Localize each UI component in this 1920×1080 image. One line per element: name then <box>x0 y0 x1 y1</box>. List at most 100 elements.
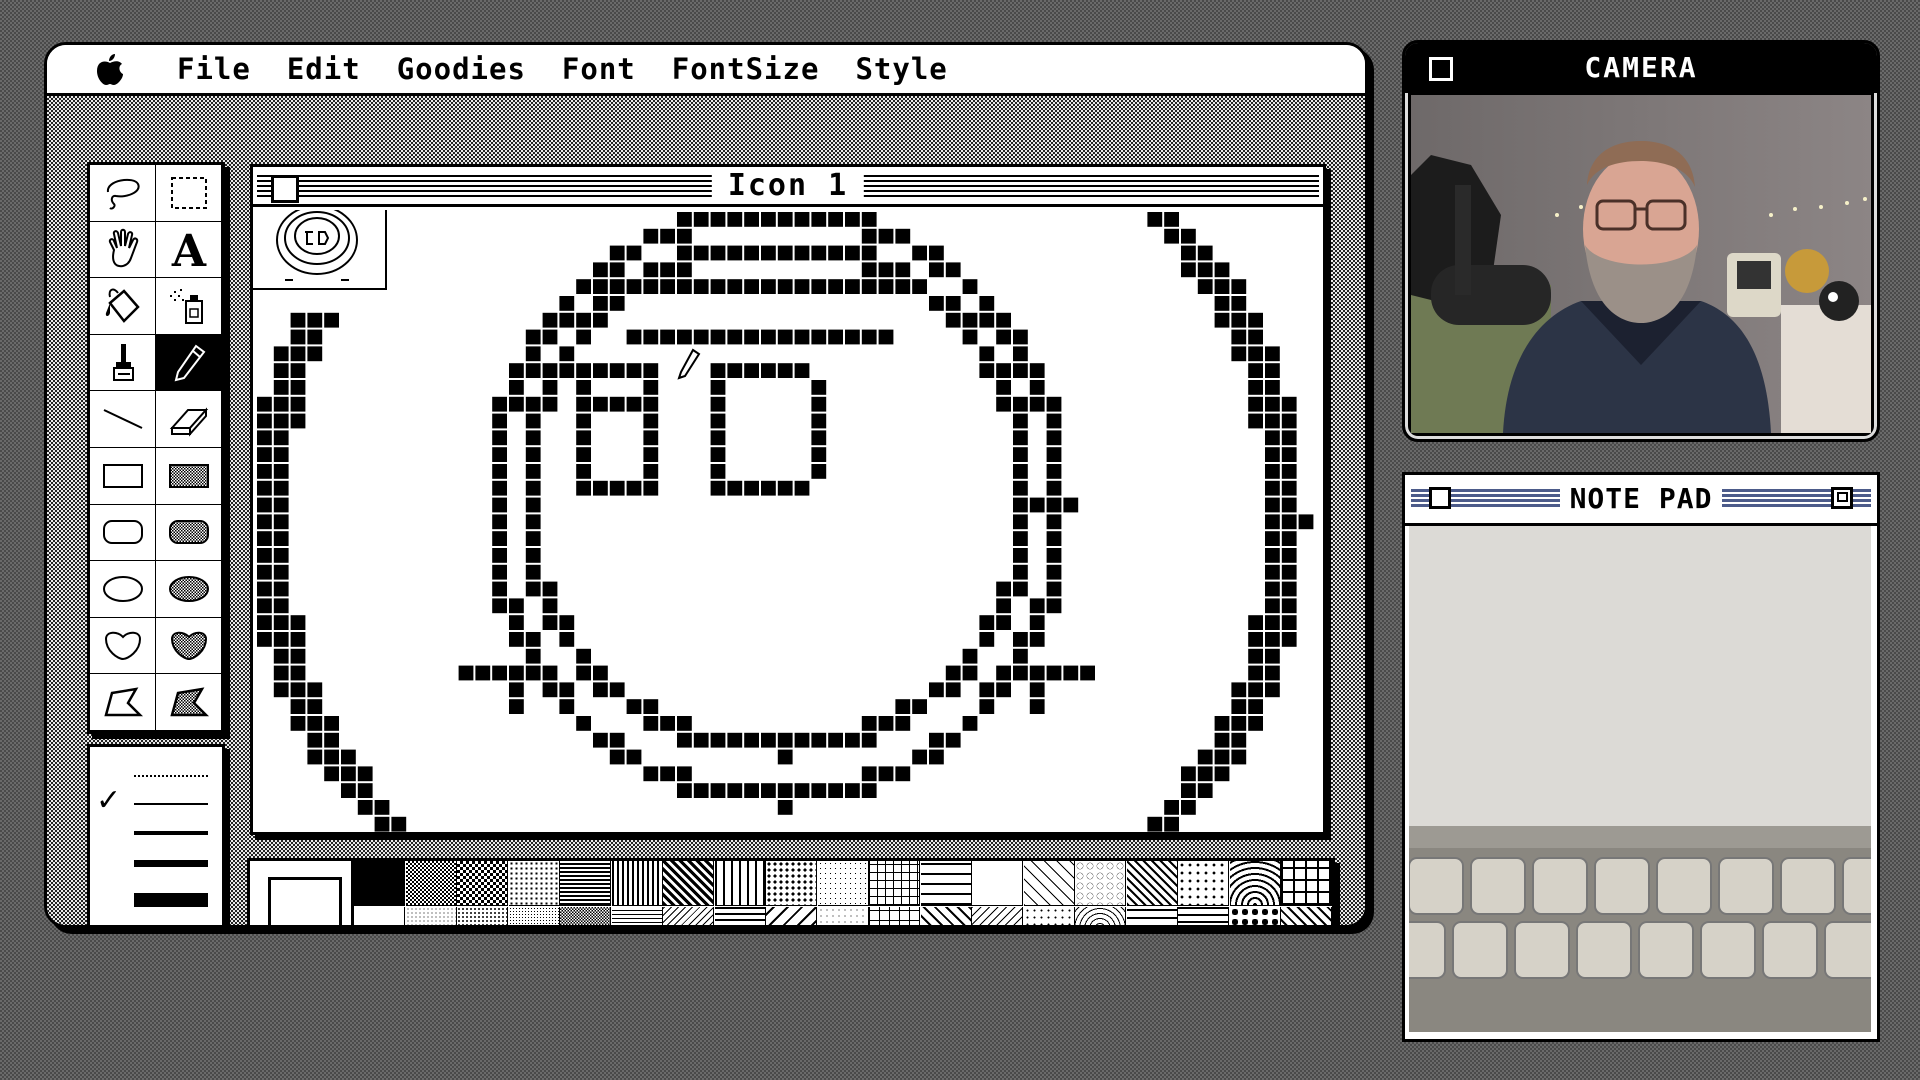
fatbits-pixel[interactable] <box>290 363 306 378</box>
fatbits-pixel[interactable] <box>1265 648 1280 664</box>
fatbits-pixel[interactable] <box>492 497 507 513</box>
fatbits-pixel[interactable] <box>626 245 642 261</box>
fatbits-pixel[interactable] <box>257 514 272 530</box>
fatbits-pixel[interactable] <box>1046 665 1062 681</box>
fatbits-pixel[interactable] <box>643 430 659 446</box>
fatbits-pixel[interactable] <box>1013 329 1028 345</box>
fatbits-pixel[interactable] <box>576 396 591 412</box>
fatbits-pixel[interactable] <box>273 480 289 496</box>
fatbits-pixel[interactable] <box>1265 581 1280 597</box>
fatbits-pixel[interactable] <box>593 682 608 698</box>
fatbits-pixel[interactable] <box>307 716 323 731</box>
pattern-swatch[interactable] <box>972 907 1023 925</box>
fatbits-pixel[interactable] <box>542 598 558 614</box>
fatbits-pixel[interactable] <box>677 783 692 798</box>
fatbits-pixel[interactable] <box>525 346 541 362</box>
spray-can-tool[interactable] <box>156 278 222 335</box>
fatbits-pixel[interactable] <box>1265 464 1280 479</box>
rectangle-tool[interactable] <box>90 447 156 505</box>
fatbits-pixel[interactable] <box>1046 480 1062 496</box>
fatbits-pixel[interactable] <box>492 665 507 681</box>
fatbits-pixel[interactable] <box>1298 514 1314 530</box>
fatbits-pixel[interactable] <box>609 279 625 294</box>
fatbits-pixel[interactable] <box>929 682 944 698</box>
fatbits-pixel[interactable] <box>710 447 726 462</box>
fatbits-pixel[interactable] <box>509 632 524 647</box>
fatbits-pixel[interactable] <box>525 632 541 647</box>
fatbits-pixel[interactable] <box>374 816 390 832</box>
fatbits-pixel[interactable] <box>811 464 827 479</box>
fatbits-pixel[interactable] <box>525 564 541 580</box>
fatbits-pixel[interactable] <box>677 228 692 244</box>
fatbits-pixel[interactable] <box>1029 632 1045 647</box>
fatbits-pixel[interactable] <box>525 363 541 378</box>
fatbits-pixel[interactable] <box>1046 581 1062 597</box>
fatbits-pixel[interactable] <box>374 800 390 815</box>
fatbits-pixel[interactable] <box>593 665 608 681</box>
pattern-swatch[interactable] <box>972 861 1023 906</box>
fatbits-pixel[interactable] <box>1013 581 1028 597</box>
fatbits-pixel[interactable] <box>845 329 860 345</box>
fatbits-pixel[interactable] <box>962 665 978 681</box>
fatbits-pixel[interactable] <box>1013 413 1028 429</box>
fatbits-pixel[interactable] <box>912 699 927 714</box>
fatbits-pixel[interactable] <box>727 279 743 294</box>
pattern-swatch[interactable] <box>766 907 817 925</box>
fatbits-pixel[interactable] <box>1265 497 1280 513</box>
line-width-3[interactable] <box>134 860 208 867</box>
fatbits-pixel[interactable] <box>559 682 575 698</box>
fatbits-pixel[interactable] <box>1013 564 1028 580</box>
pattern-swatch[interactable] <box>817 861 869 906</box>
fatbits-pixel[interactable] <box>1013 430 1028 446</box>
line-width-2[interactable] <box>134 831 208 835</box>
fatbits-pixel[interactable] <box>273 430 289 446</box>
fatbits-pixel[interactable] <box>1281 598 1297 614</box>
fatbits-pixel[interactable] <box>257 396 272 412</box>
fatbits-pixel[interactable] <box>1214 732 1230 748</box>
fatbits-pixel[interactable] <box>273 615 289 630</box>
fatbits-pixel[interactable] <box>979 363 995 378</box>
close-box-icon[interactable] <box>271 175 299 203</box>
fatbits-pixel[interactable] <box>525 413 541 429</box>
marquee-tool[interactable] <box>156 165 222 222</box>
fatbits-pixel[interactable] <box>1046 531 1062 546</box>
fatbits-pixel[interactable] <box>1013 363 1028 378</box>
fatbits-pixel[interactable] <box>509 699 524 714</box>
fatbits-pixel[interactable] <box>1181 800 1196 815</box>
fatbits-pixel[interactable] <box>962 279 978 294</box>
fatbits-pixel[interactable] <box>1181 262 1196 278</box>
fatbits-pixel[interactable] <box>710 363 726 378</box>
fatbits-pixel[interactable] <box>307 329 323 345</box>
fatbits-pixel[interactable] <box>307 732 323 748</box>
fatbits-pixel[interactable] <box>1248 396 1263 412</box>
fatbits-pixel[interactable] <box>542 329 558 345</box>
fatbits-pixel[interactable] <box>626 396 642 412</box>
pencil-tool[interactable] <box>156 334 222 392</box>
fatbits-pixel[interactable] <box>1281 396 1297 412</box>
fatbits-pixel[interactable] <box>660 329 675 345</box>
freeform-shape-tool[interactable] <box>90 617 156 675</box>
fatbits-pixel[interactable] <box>710 212 726 227</box>
fatbits-pixel[interactable] <box>1265 413 1280 429</box>
fatbits-pixel[interactable] <box>895 262 911 278</box>
fatbits-pixel[interactable] <box>761 279 776 294</box>
pattern-swatch[interactable] <box>611 907 663 925</box>
fatbits-pixel[interactable] <box>1046 564 1062 580</box>
fatbits-pixel[interactable] <box>996 682 1011 698</box>
fatbits-pixel[interactable] <box>576 413 591 429</box>
fatbits-pixel[interactable] <box>693 212 709 227</box>
fatbits-pixel[interactable] <box>1231 716 1247 731</box>
fatbits-pixel[interactable] <box>509 396 524 412</box>
fatbits-pixel[interactable] <box>945 682 961 698</box>
fatbits-pixel[interactable] <box>1181 245 1196 261</box>
fatbits-pixel[interactable] <box>1013 480 1028 496</box>
fatbits-pixel[interactable] <box>777 480 793 496</box>
fatbits-pixel[interactable] <box>945 312 961 328</box>
fatbits-pixel[interactable] <box>945 296 961 311</box>
fatbits-pixel[interactable] <box>861 732 877 748</box>
fatbits-pixel[interactable] <box>895 716 911 731</box>
fatbits-pixel[interactable] <box>677 732 692 748</box>
fatbits-pixel[interactable] <box>761 212 776 227</box>
fatbits-pixel[interactable] <box>643 766 659 782</box>
fatbits-pixel[interactable] <box>811 212 827 227</box>
